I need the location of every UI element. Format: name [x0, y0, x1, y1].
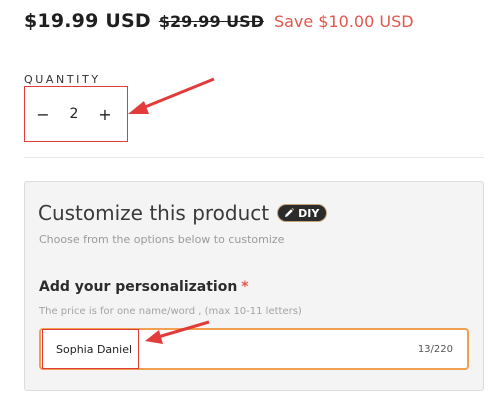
- quantity-input[interactable]: 2: [59, 106, 89, 122]
- customize-title-row: Customize this product DIY: [38, 201, 328, 225]
- compare-at-price: $29.99 USD: [158, 12, 264, 31]
- savings-label: Save $10.00 USD: [273, 12, 414, 31]
- personalization-hint: The price is for one name/word , (max 10…: [39, 306, 302, 317]
- current-price: $19.99 USD: [24, 10, 151, 32]
- diy-badge-label: DIY: [298, 206, 320, 220]
- personalization-label: Add your personalization *: [39, 279, 249, 295]
- pencil-icon: [282, 206, 296, 220]
- quantity-label: QUANTITY: [24, 73, 101, 86]
- diy-badge: DIY: [277, 204, 328, 222]
- personalization-label-text: Add your personalization: [39, 279, 238, 295]
- customize-subtitle: Choose from the options below to customi…: [39, 233, 285, 246]
- customize-title: Customize this product: [38, 201, 270, 225]
- section-divider: [24, 157, 484, 158]
- quantity-arrow-icon: [128, 77, 215, 114]
- quantity-stepper: − 2 +: [26, 93, 122, 135]
- character-counter: 13/220: [417, 344, 453, 355]
- decrease-quantity-button[interactable]: −: [32, 99, 54, 129]
- price-row: $19.99 USD $29.99 USD Save $10.00 USD: [24, 10, 414, 32]
- increase-quantity-button[interactable]: +: [94, 99, 116, 129]
- personalization-annotation-box: [42, 329, 139, 369]
- required-mark: *: [241, 279, 249, 295]
